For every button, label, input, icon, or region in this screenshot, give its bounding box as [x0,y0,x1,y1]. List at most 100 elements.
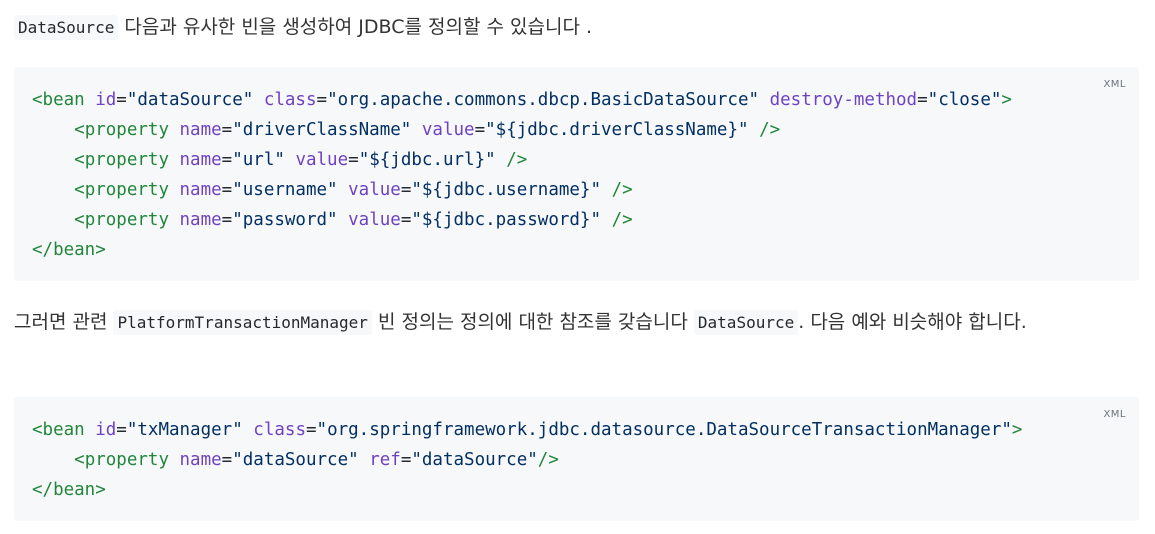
code-token: "${jdbc.driverClassName}" [485,120,749,140]
code-block-txmanager-bean[interactable]: XML <bean id="txManager" class="org.spri… [14,397,1139,521]
code-token: </bean> [32,480,106,500]
code-line: </bean> [32,240,106,260]
code-token: name [179,120,222,140]
code-line: <property name="driverClassName" value="… [32,120,780,140]
code-token: <bean [32,420,96,440]
code-block-datasource-bean[interactable]: XML <bean id="dataSource" class="org.apa… [14,67,1139,281]
code-line: <property name="username" value="${jdbc.… [32,180,633,200]
code-token: </bean> [32,240,106,260]
code-token: <property [74,210,180,230]
code-token: ref [369,450,401,470]
code-token: /> [611,210,633,230]
code-token: <property [74,120,180,140]
code-line: <property name="password" value="${jdbc.… [32,210,633,230]
code-token: "close" [927,90,1002,110]
code-line: <property name="dataSource" ref="dataSou… [32,450,559,470]
code-token: class [263,90,317,110]
middle-text-1: 그러면 관련 [14,311,114,333]
code-token: = [400,210,412,230]
code-token: = [221,450,233,470]
inline-code-datasource-2: DataSource [693,310,799,335]
code-token: > [1001,90,1012,110]
code-token: id [95,420,117,440]
code-token: > [1011,420,1023,440]
intro-text: 다음과 유사한 빈을 생성하여 JDBC를 정의할 수 있습니다 . [118,16,593,38]
middle-text-3: . 다음 예와 비슷해야 합니다. [798,311,1027,333]
code-token: "org.apache.commons.dbcp.BasicDataSource… [327,90,760,110]
code-token: value [348,180,401,200]
code-token: "dataSource" [126,90,254,110]
code-token: "dataSource" [411,450,538,470]
code-token: "${jdbc.username}" [411,180,602,200]
code-token: value [348,210,401,230]
code-token: = [316,90,328,110]
code-line: <bean id="txManager" class="org.springfr… [32,420,1022,440]
code-token: /> [537,450,559,470]
code-token: "txManager" [126,420,243,440]
code-line: <bean id="dataSource" class="org.apache.… [32,90,1012,110]
inline-code-datasource: DataSource [14,15,119,40]
code-token: <property [74,150,180,170]
code-language-label: XML [1103,79,1126,90]
code-token: <property [74,450,180,470]
code-token: name [179,450,222,470]
code-token: name [179,150,222,170]
code-language-label: XML [1103,409,1126,420]
code-line: </bean> [32,480,106,500]
code-token: = [348,150,359,170]
code-token: = [400,180,412,200]
code-token: = [221,120,233,140]
code-token: <property [74,180,180,200]
code-token: /> [506,150,528,170]
code-token: <bean [32,90,96,110]
code-token: "${jdbc.password}" [411,210,602,230]
code-token: = [474,120,486,140]
code-content: <bean id="dataSource" class="org.apache.… [32,85,1139,265]
code-token: "${jdbc.url}" [358,150,496,170]
code-token: /> [759,120,781,140]
code-token: name [179,180,222,200]
code-token: "url" [232,150,285,170]
code-token: = [400,450,412,470]
code-token: = [221,210,233,230]
code-token: = [116,420,127,440]
code-content: <bean id="txManager" class="org.springfr… [32,415,1139,505]
code-token: = [221,180,233,200]
code-token: destroy-method [769,90,918,110]
code-token: = [116,90,127,110]
code-token: value [421,120,475,140]
code-token: "username" [232,180,338,200]
code-token: "driverClassName" [232,120,412,140]
middle-text-2: 빈 정의는 정의에 대한 참조를 갖습니다 [371,311,694,333]
code-token: = [305,420,317,440]
code-line: <property name="url" value="${jdbc.url}"… [32,150,527,170]
code-token: name [179,210,222,230]
code-token: "org.springframework.jdbc.datasource.Dat… [316,420,1012,440]
code-token: value [295,150,349,170]
code-token: /> [611,180,633,200]
code-token: id [95,90,117,110]
code-token: "password" [232,210,338,230]
intro-paragraph: DataSource 다음과 유사한 빈을 생성하여 JDBC를 정의할 수 있… [14,10,1141,45]
inline-code-platform-transaction-manager: PlatformTransactionManager [113,310,372,335]
middle-paragraph: 그러면 관련 PlatformTransactionManager 빈 정의는 … [14,305,1141,340]
code-token: "dataSource" [232,450,359,470]
code-token: = [917,90,928,110]
code-token: class [253,420,306,440]
